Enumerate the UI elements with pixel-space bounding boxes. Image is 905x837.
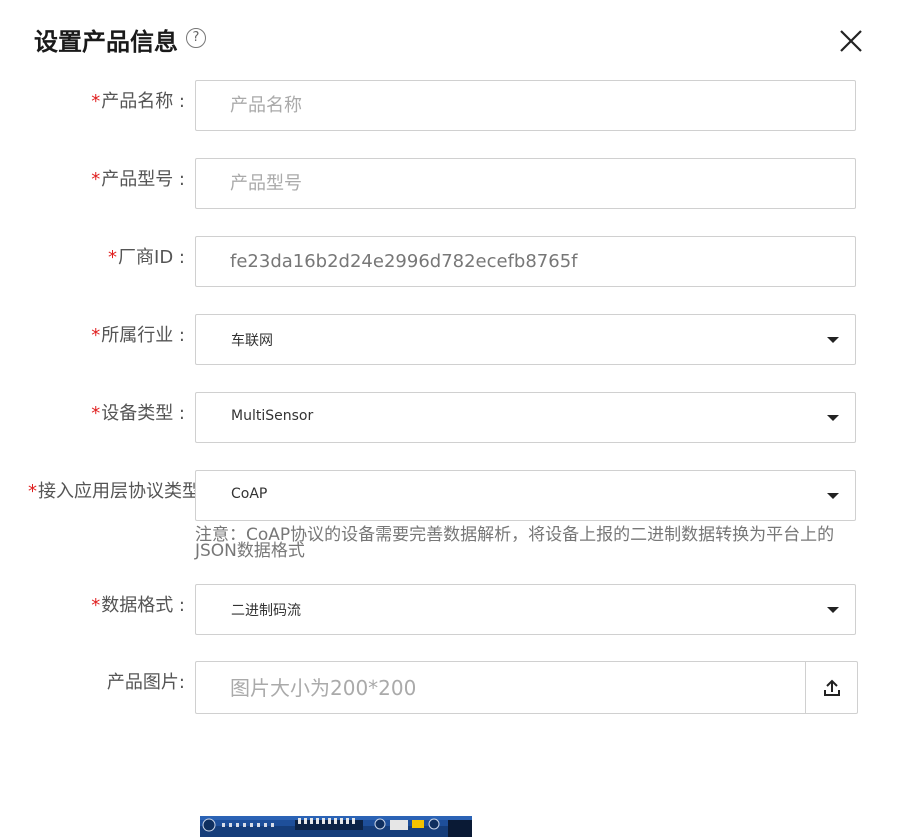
required-mark: * — [91, 403, 101, 424]
dialog-title: 设置产品信息 — [34, 28, 178, 56]
product-name-field — [195, 80, 856, 131]
product-name-label-text: 产品名称 : — [101, 91, 185, 112]
industry-select[interactable]: 车联网 — [195, 314, 856, 365]
data-format-label: *数据格式 : — [91, 591, 185, 617]
required-mark: * — [91, 169, 101, 190]
caret-down-icon — [827, 415, 839, 421]
device-type-label: *设备类型 : — [91, 399, 185, 425]
required-mark: * — [108, 247, 118, 268]
product-image-input[interactable] — [196, 662, 804, 713]
upload-icon — [824, 679, 840, 696]
device-type-label-text: 设备类型 : — [101, 403, 185, 424]
product-image-label: 产品图片: — [106, 672, 185, 693]
product-model-input[interactable] — [196, 159, 855, 208]
protocol-select[interactable]: CoAP — [195, 470, 856, 521]
industry-label-text: 所属行业 : — [101, 325, 185, 346]
upload-button[interactable] — [805, 662, 857, 713]
required-mark: * — [91, 91, 101, 112]
protocol-label: *接入应用层协议类型 — [28, 477, 200, 503]
product-name-label: *产品名称 : — [91, 87, 185, 113]
industry-label: *所属行业 : — [91, 321, 185, 347]
product-info-dialog: 设置产品信息 ? *产品名称 : *产品型号 : *厂商ID : *所属行业 :… — [0, 0, 905, 837]
data-format-label-text: 数据格式 : — [101, 595, 185, 616]
required-mark: * — [28, 481, 37, 502]
help-circle-icon[interactable]: ? — [186, 28, 206, 48]
product-model-label: *产品型号 : — [91, 165, 185, 191]
device-type-selected-value: MultiSensor — [231, 408, 314, 424]
protocol-note: 注意：CoAP协议的设备需要完善数据解析，将设备上报的二进制数据转换为平台上的J… — [195, 525, 835, 561]
required-mark: * — [91, 325, 101, 346]
product-model-field — [195, 158, 856, 209]
industry-selected-value: 车联网 — [231, 333, 273, 349]
caret-down-icon — [827, 607, 839, 613]
close-icon[interactable] — [838, 28, 864, 54]
device-type-select[interactable]: MultiSensor — [195, 392, 856, 443]
protocol-label-text: 接入应用层协议类型 — [38, 481, 200, 502]
vendor-id-input[interactable] — [196, 237, 855, 286]
data-format-selected-value: 二进制码流 — [231, 603, 301, 619]
caret-down-icon — [827, 337, 839, 343]
caret-down-icon — [827, 493, 839, 499]
required-mark: * — [91, 595, 101, 616]
vendor-id-label-text: 厂商ID : — [118, 247, 185, 268]
data-format-select[interactable]: 二进制码流 — [195, 584, 856, 635]
product-image-preview — [200, 816, 472, 837]
vendor-id-field — [195, 236, 856, 287]
product-image-field — [195, 661, 858, 714]
protocol-selected-value: CoAP — [231, 486, 268, 502]
vendor-id-label: *厂商ID : — [108, 243, 185, 269]
product-model-label-text: 产品型号 : — [101, 169, 185, 190]
product-name-input[interactable] — [196, 81, 855, 130]
